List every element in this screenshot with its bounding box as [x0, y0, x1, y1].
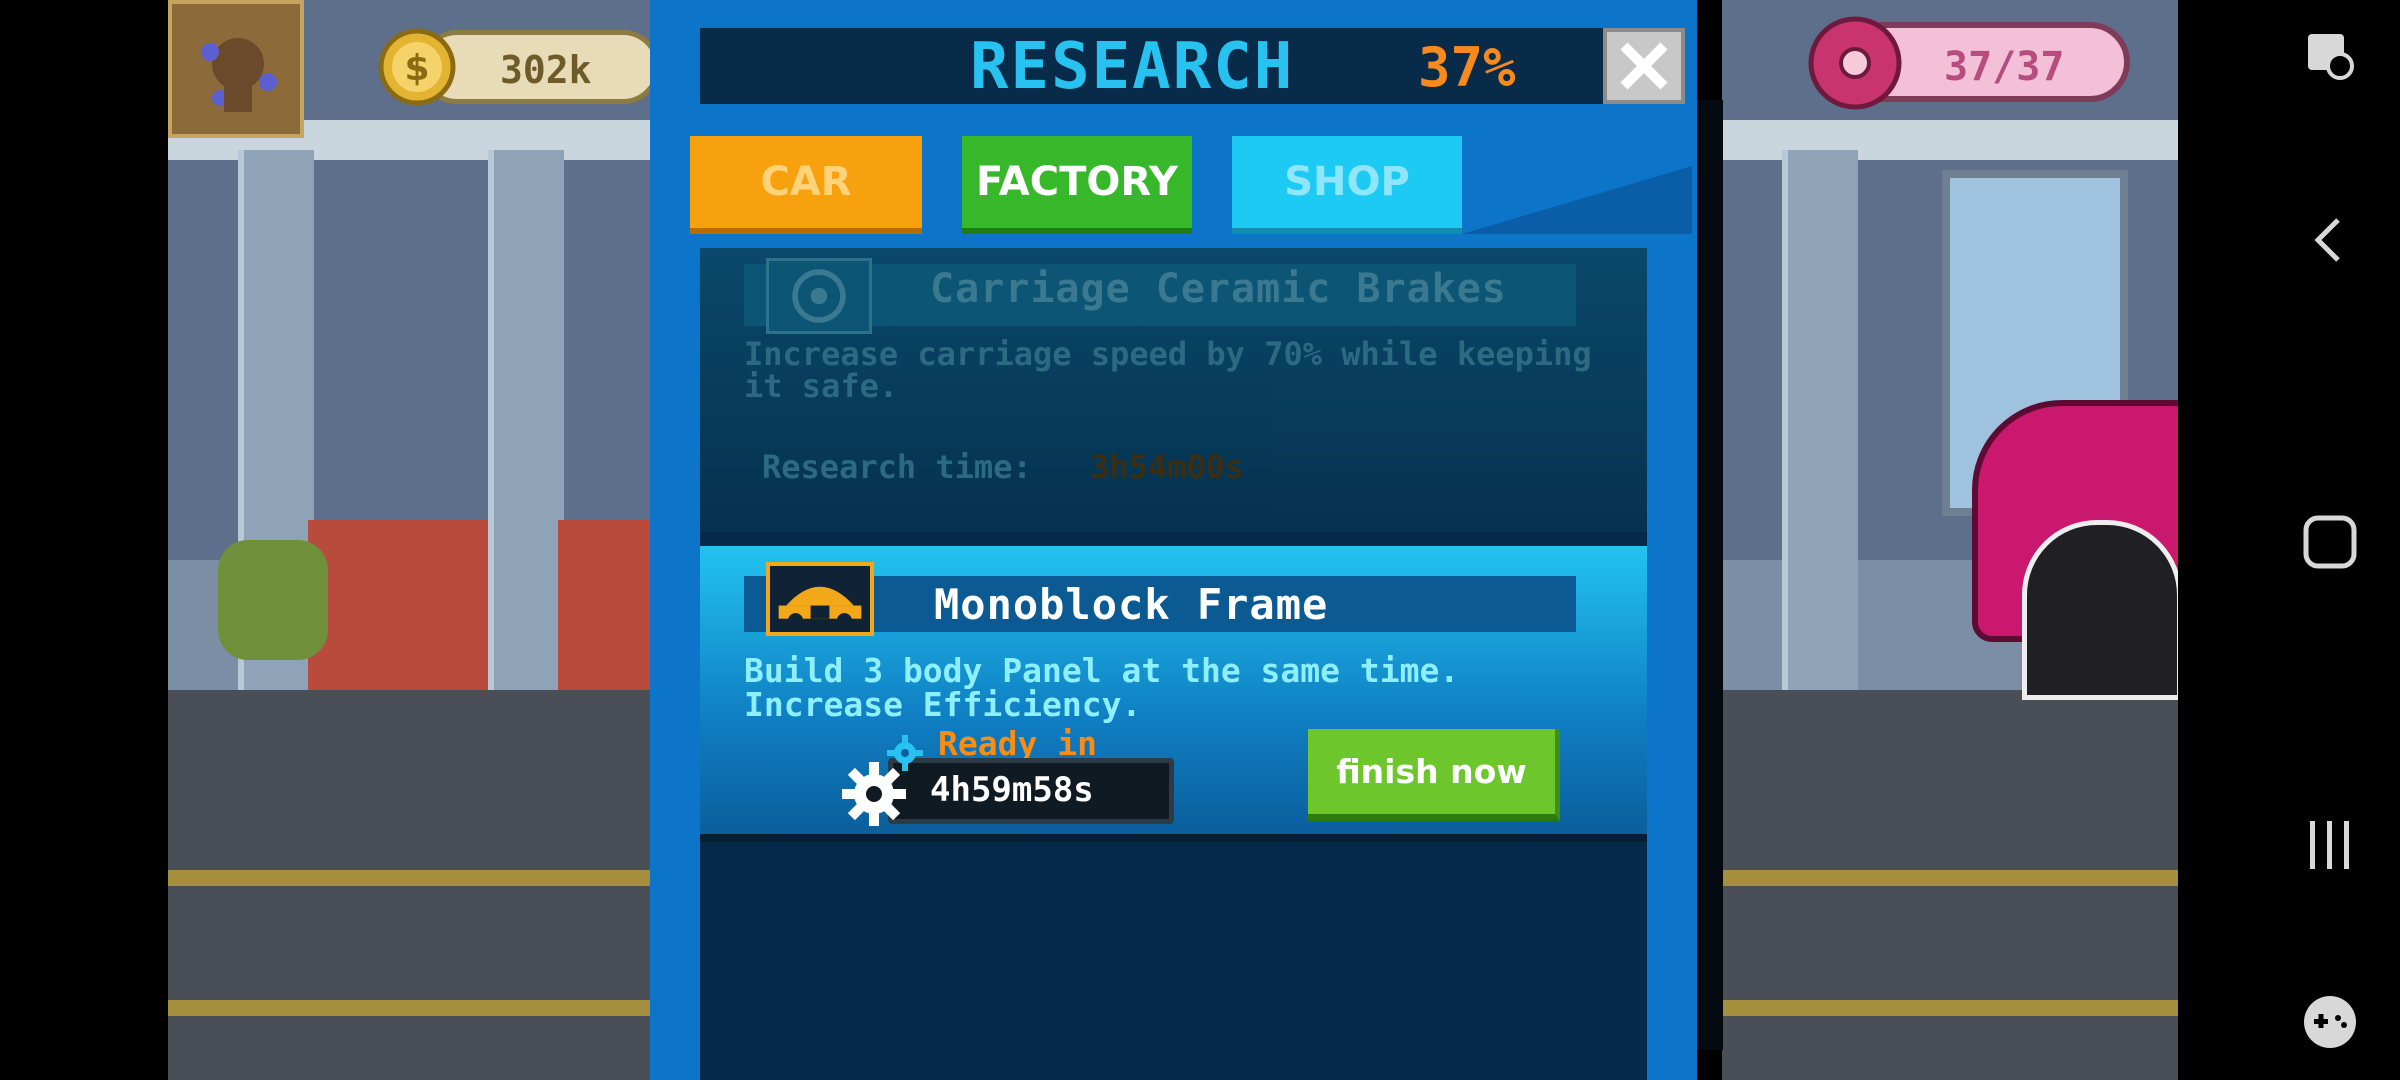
- factory-scene-right: [1722, 0, 2178, 1080]
- panel-shadow: [1697, 100, 1723, 1050]
- recents-icon[interactable]: [2300, 815, 2360, 875]
- description-line: Increase Efficiency.: [744, 685, 1142, 724]
- screen-lock-icon[interactable]: [2300, 26, 2360, 86]
- worker-icon: [201, 38, 277, 112]
- floor-stripe: [1722, 870, 2178, 886]
- home-icon[interactable]: [2300, 512, 2360, 572]
- close-icon: [1620, 42, 1668, 90]
- car-frame-icon: [778, 586, 862, 629]
- research-name: Carriage Ceramic Brakes: [930, 266, 1507, 312]
- research-card-active[interactable]: Monoblock Frame Build 3 body Panel at th…: [700, 546, 1647, 842]
- coin-icon: $: [378, 28, 456, 106]
- research-panel: RESEARCH 37% CAR FACTORY SHOP Carriage C…: [650, 0, 1697, 1080]
- scene-pillar: [488, 150, 564, 710]
- research-time-value: 3h54m00s: [1090, 448, 1245, 486]
- description-line: Build 3 body Panel at the same time.: [744, 651, 1460, 690]
- player-avatar[interactable]: [168, 0, 304, 138]
- card-icon-box: [766, 562, 874, 636]
- research-percent: 37%: [1418, 36, 1516, 99]
- donut-icon: [1808, 16, 1902, 110]
- system-nav-bar: [2178, 0, 2400, 1080]
- scene-red-wall: [308, 520, 488, 690]
- research-title: RESEARCH: [970, 30, 1295, 104]
- finish-now-button[interactable]: finish now: [1308, 729, 1560, 821]
- tab-shop[interactable]: SHOP: [1232, 136, 1462, 234]
- card-icon-box: [766, 258, 872, 334]
- research-card-locked[interactable]: Carriage Ceramic Brakes Increase carriag…: [700, 248, 1647, 532]
- tab-car[interactable]: CAR: [690, 136, 922, 234]
- scene-pillar: [1782, 150, 1858, 710]
- floor-stripe: [1722, 1000, 2178, 1016]
- scene-bush: [218, 540, 328, 660]
- research-description: Build 3 body Panel at the same time. Inc…: [744, 654, 1604, 722]
- brake-disc-icon: [792, 269, 846, 323]
- research-list[interactable]: Carriage Ceramic Brakes Increase carriag…: [700, 248, 1647, 1080]
- research-timer: 4h59m58s: [930, 770, 1094, 810]
- car-wheel-arch: [2022, 520, 2178, 700]
- donut-amount: 37/37: [1944, 44, 2065, 90]
- game-tools-icon[interactable]: [2300, 992, 2360, 1052]
- research-description: Increase carriage speed by 70% while kee…: [744, 335, 1592, 405]
- research-name: Monoblock Frame: [934, 580, 1329, 629]
- coin-amount: 302k: [500, 48, 592, 92]
- tab-bar-decoration: [1462, 166, 1692, 234]
- research-time-label: Research time:: [762, 448, 1032, 486]
- small-gear-icon: [887, 735, 923, 771]
- back-icon[interactable]: [2300, 210, 2360, 270]
- svg-text:$: $: [404, 48, 429, 89]
- close-button[interactable]: [1603, 28, 1685, 104]
- tab-factory[interactable]: FACTORY: [962, 136, 1192, 234]
